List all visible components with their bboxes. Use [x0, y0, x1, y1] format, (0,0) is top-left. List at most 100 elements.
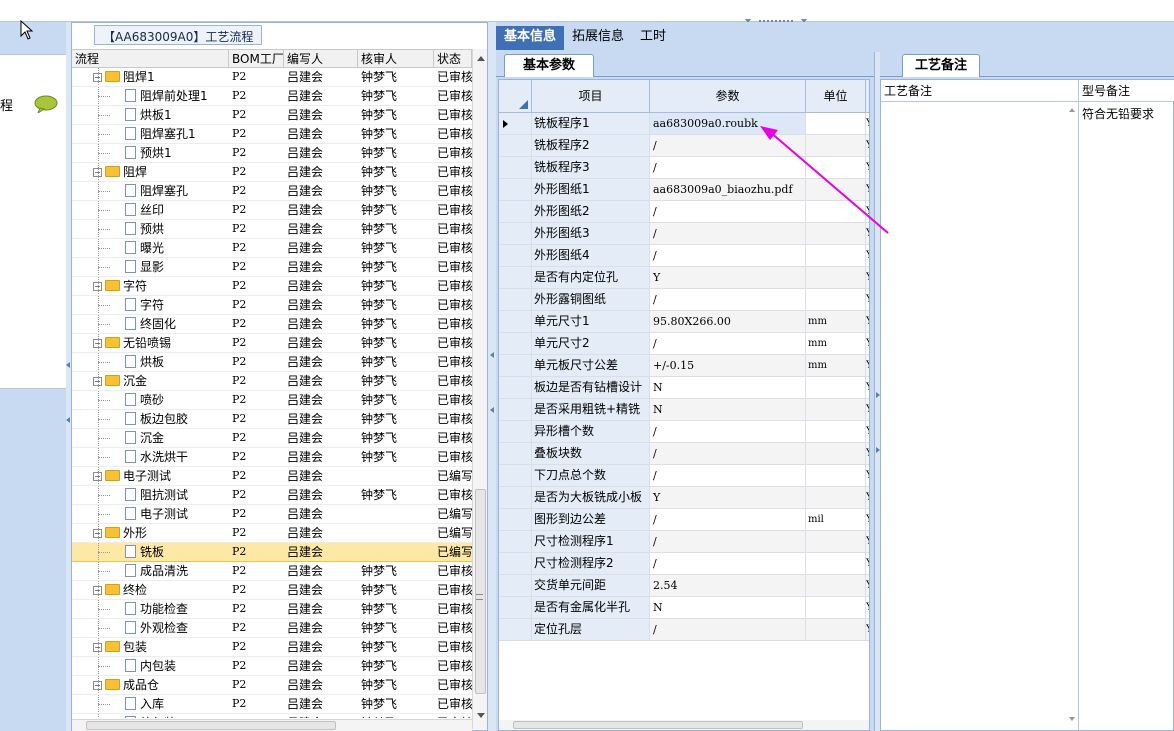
param-value-cell[interactable]: / — [650, 619, 806, 640]
tree-node[interactable]: 字符 — [72, 296, 229, 314]
param-value-cell[interactable]: / — [650, 553, 806, 574]
tree-row[interactable]: 显影 P2 吕建会 钟梦飞 已审核 — [72, 258, 472, 277]
param-row[interactable]: 异形槽个数/ Y — [499, 421, 869, 443]
tree-row[interactable]: 烘板1 P2 吕建会 钟梦飞 已审核 — [72, 106, 472, 125]
tree-node[interactable]: 水洗烘干 — [72, 448, 229, 466]
param-row[interactable]: 单元尺寸2/mmY — [499, 333, 869, 355]
param-value-cell[interactable]: / — [650, 421, 806, 442]
param-row[interactable]: 外形图纸3/ Y — [499, 223, 869, 245]
row-header[interactable] — [499, 201, 532, 222]
tree-node[interactable]: 阻抗测试 — [72, 486, 229, 504]
tree-horizontal-scrollbar[interactable] — [72, 719, 472, 731]
param-value-cell[interactable]: Y — [650, 267, 806, 288]
tab-basic-params[interactable]: 基本参数 — [504, 54, 594, 77]
tree-node[interactable]: − 无铅喷锡 — [72, 334, 229, 352]
tree-row[interactable]: 成品清洗 P2 吕建会 钟梦飞 已审核 — [72, 562, 472, 581]
param-value-cell[interactable]: / — [650, 333, 806, 354]
tree-row[interactable]: 阻焊前处理1 P2 吕建会 钟梦飞 已审核 — [72, 87, 472, 106]
param-row[interactable]: 板边是否有钻槽设计N Y — [499, 377, 869, 399]
tree-row[interactable]: 喷砂 P2 吕建会 钟梦飞 已审核 — [72, 391, 472, 410]
tree-row[interactable]: − 沉金 P2 吕建会 钟梦飞 已审核 — [72, 372, 472, 391]
tree-row[interactable]: 字符 P2 吕建会 钟梦飞 已审核 — [72, 296, 472, 315]
tree-node[interactable]: − 电子测试 — [72, 467, 229, 485]
param-value-cell[interactable]: / — [650, 223, 806, 244]
param-value-cell[interactable]: N — [650, 399, 806, 420]
tree-node[interactable]: 烘板 — [72, 353, 229, 371]
tree-row[interactable]: − 包装 P2 吕建会 钟梦飞 已审核 — [72, 638, 472, 657]
row-header[interactable] — [499, 597, 532, 618]
row-header[interactable] — [499, 575, 532, 596]
param-value-cell[interactable]: N — [650, 377, 806, 398]
param-row[interactable]: 外形图纸2/ Y — [499, 201, 869, 223]
tree-node[interactable]: 显影 — [72, 258, 229, 276]
tree-row[interactable]: 沉金 P2 吕建会 钟梦飞 已审核 — [72, 429, 472, 448]
param-value-cell[interactable]: / — [650, 531, 806, 552]
param-row[interactable]: 单元尺寸195.80X266.00mmY — [499, 311, 869, 333]
tree-row[interactable]: 丝印 P2 吕建会 钟梦飞 已审核 — [72, 201, 472, 220]
tree-node[interactable]: − 包装 — [72, 638, 229, 656]
column-header-unit[interactable]: 单位 — [806, 80, 866, 112]
param-value-cell[interactable]: 95.80X266.00 — [650, 311, 806, 332]
tree-row[interactable]: 内包装 P2 吕建会 钟梦飞 已审核 — [72, 657, 472, 676]
param-row[interactable]: 单元板尺寸公差+/-0.15mmY — [499, 355, 869, 377]
select-all-corner[interactable] — [499, 80, 532, 112]
tree-row[interactable]: 外包装 P2吕建会钟梦飞已审核 — [72, 714, 472, 718]
row-header[interactable] — [499, 377, 532, 398]
row-header[interactable] — [499, 223, 532, 244]
scroll-thumb[interactable] — [475, 489, 486, 694]
column-header-author[interactable]: 编写人 — [284, 50, 358, 68]
tree-row[interactable]: 入库 P2 吕建会 钟梦飞 已审核 — [72, 695, 472, 714]
tree-node[interactable]: 丝印 — [72, 201, 229, 219]
row-header[interactable] — [499, 179, 532, 200]
tree-row[interactable]: 电子测试 P2 吕建会 已编写 — [72, 505, 472, 524]
column-header-item[interactable]: 项目 — [532, 80, 650, 112]
column-header-extra[interactable] — [866, 80, 869, 112]
param-value-cell[interactable]: / — [650, 465, 806, 486]
tree-node[interactable]: 曝光 — [72, 239, 229, 257]
tree-node[interactable]: 阻焊塞孔1 — [72, 125, 229, 143]
param-row[interactable]: 叠板块数/ Y — [499, 443, 869, 465]
row-header[interactable] — [499, 487, 532, 508]
tree-row[interactable]: 烘板 P2 吕建会 钟梦飞 已审核 — [72, 353, 472, 372]
tree-row[interactable]: − 成品仓 P2 吕建会 钟梦飞 已审核 — [72, 676, 472, 695]
column-header-bom[interactable]: BOM工厂 — [229, 50, 284, 68]
row-header[interactable] — [499, 113, 532, 134]
row-header[interactable] — [499, 333, 532, 354]
chat-bubble-icon[interactable] — [34, 95, 58, 113]
param-row[interactable]: 交货单元间距2.54 Y — [499, 575, 869, 597]
param-row[interactable]: 是否采用粗铣+精铣N Y — [499, 399, 869, 421]
param-value-cell[interactable]: aa683009a0.roubk — [650, 113, 806, 134]
tree-row[interactable]: 预烘 P2 吕建会 钟梦飞 已审核 — [72, 220, 472, 239]
model-notes-column[interactable]: 型号备注 符合无铅要求 — [1079, 80, 1174, 731]
tree-vertical-scrollbar[interactable] — [472, 49, 487, 729]
row-header[interactable] — [499, 553, 532, 574]
tree-node[interactable]: 阻焊前处理1 — [72, 87, 229, 105]
tree-node[interactable]: 板边包胶 — [72, 410, 229, 428]
param-value-cell[interactable]: / — [650, 201, 806, 222]
param-row[interactable]: 外形图纸4/ Y — [499, 245, 869, 267]
tree-node[interactable]: 终固化 — [72, 315, 229, 333]
tree-node[interactable]: − 阻焊 — [72, 163, 229, 181]
tree-node[interactable]: − 终检 — [72, 581, 229, 599]
param-value-cell[interactable]: / — [650, 157, 806, 178]
grid-hscroll-thumb[interactable] — [513, 721, 803, 729]
tree-row[interactable]: 外观检查 P2 吕建会 钟梦飞 已审核 — [72, 619, 472, 638]
tree-row[interactable]: − 阻焊 P2 吕建会 钟梦飞 已审核 — [72, 163, 472, 182]
tree-node[interactable]: − 阻焊1 — [72, 68, 229, 86]
column-header-flow[interactable]: 流程 — [72, 50, 229, 68]
row-header[interactable] — [499, 619, 532, 640]
param-value-cell[interactable]: / — [650, 135, 806, 156]
param-row[interactable]: 是否为大板铣成小板YY — [499, 487, 869, 509]
param-row[interactable]: 定位孔层/ Y — [499, 619, 869, 641]
tree-row[interactable]: − 终检 P2 吕建会 钟梦飞 已审核 — [72, 581, 472, 600]
tree-row[interactable]: 板边包胶 P2 吕建会 钟梦飞 已审核 — [72, 410, 472, 429]
tree-node[interactable]: 预烘1 — [72, 144, 229, 162]
param-row[interactable]: 铣板程序3/ Y — [499, 157, 869, 179]
column-header-param[interactable]: 参数 — [650, 80, 806, 112]
tree-node[interactable]: 成品清洗 — [72, 562, 229, 580]
tree-node[interactable]: − 字符 — [72, 277, 229, 295]
tree-node[interactable]: 电子测试 — [72, 505, 229, 523]
tree-row[interactable]: 阻焊塞孔1 P2 吕建会 钟梦飞 已审核 — [72, 125, 472, 144]
tree-row[interactable]: − 电子测试 P2 吕建会 已编写 — [72, 467, 472, 486]
row-header[interactable] — [499, 355, 532, 376]
